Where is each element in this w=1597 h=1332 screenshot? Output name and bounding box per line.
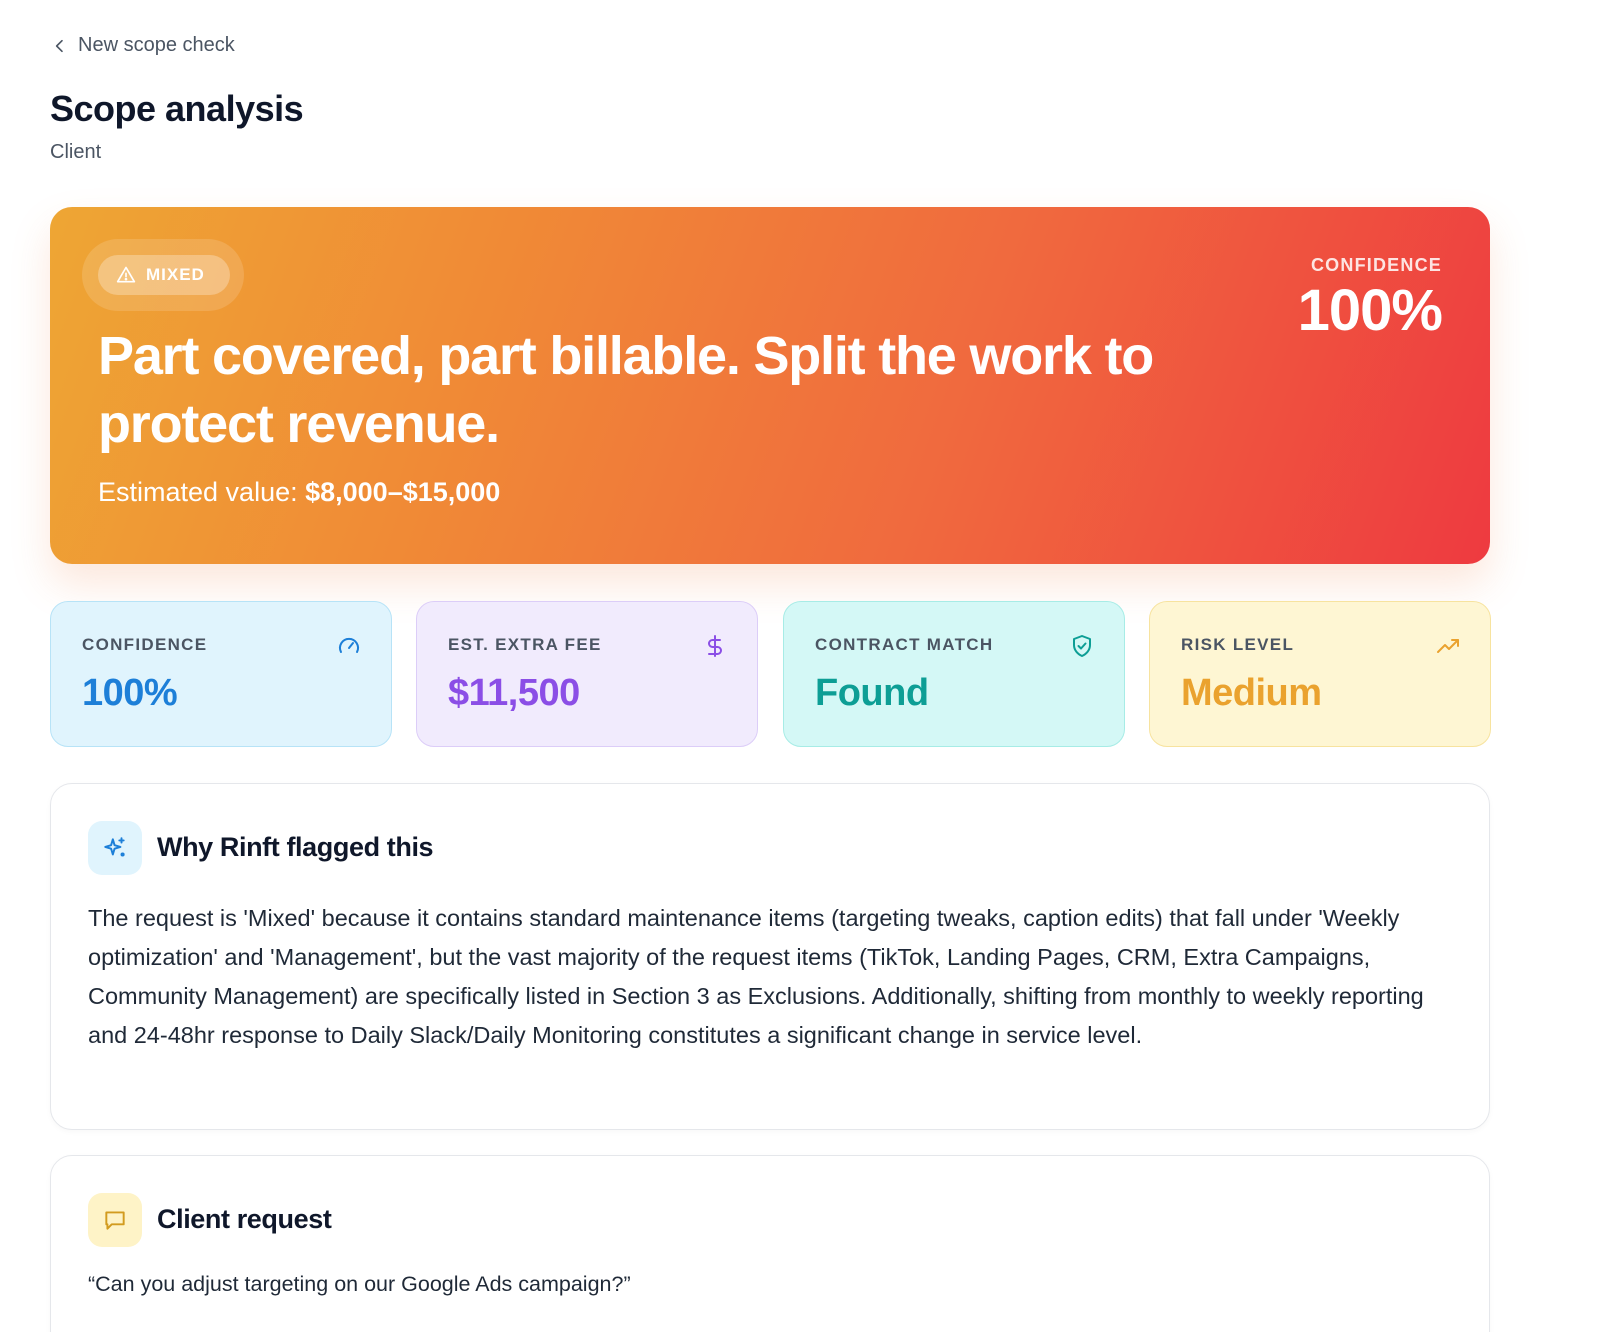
sparkles-icon [104, 837, 125, 857]
warning-triangle-icon [116, 266, 136, 283]
stat-value: Found [815, 672, 929, 714]
hero-confidence-value: 100% [1297, 278, 1443, 343]
verdict-badge-halo: MIXED [82, 239, 244, 311]
dollar-icon [708, 635, 722, 657]
why-flagged-title: Why Rinft flagged this [157, 832, 434, 862]
hero-confidence-label: CONFIDENCE [1310, 255, 1442, 275]
stat-value: $11,500 [448, 672, 580, 714]
back-link-label: New scope check [78, 34, 235, 56]
back-link[interactable]: New scope check [52, 34, 235, 57]
stat-value: Medium [1181, 672, 1322, 714]
stat-value: 100% [82, 672, 178, 714]
page-subtitle: Client [50, 141, 102, 163]
stat-label: CONTRACT MATCH [815, 635, 994, 654]
client-request-icon-tile [88, 1193, 142, 1247]
client-request-text: “Can you adjust targeting on our Google … [88, 1272, 631, 1296]
shield-check-icon [1073, 635, 1091, 657]
verdict-headline: Part covered, part billable. Split the w… [98, 326, 1154, 454]
stat-card-extra-fee: EST. EXTRA FEE $11,500 [416, 601, 758, 747]
verdict-badge-label: MIXED [146, 265, 205, 284]
verdict-banner: MIXED Part covered, part billable. Split… [50, 207, 1490, 564]
client-request-title: Client request [157, 1204, 332, 1234]
stat-card-confidence: CONFIDENCE 100% [50, 601, 392, 747]
why-flagged-text: The request is 'Mixed' because it contai… [88, 905, 1424, 1048]
stat-label: CONFIDENCE [82, 635, 208, 654]
why-flagged-icon-tile [88, 821, 142, 875]
stat-label: EST. EXTRA FEE [448, 635, 602, 654]
chevron-left-icon [55, 39, 63, 52]
verdict-badge: MIXED [98, 255, 230, 295]
client-request-card: Client request “Can you adjust targeting… [50, 1155, 1490, 1332]
why-flagged-card: Why Rinft flagged this The request is 'M… [50, 783, 1490, 1130]
estimated-value-range: $8,000–$15,000 [305, 477, 501, 507]
stat-label: RISK LEVEL [1181, 635, 1295, 654]
stat-card-contract-match: CONTRACT MATCH Found [783, 601, 1125, 747]
estimated-value: Estimated value: $8,000–$15,000 [98, 477, 500, 508]
estimated-value-label: Estimated value: [98, 477, 306, 507]
page-title: Scope analysis [50, 88, 304, 129]
stat-card-risk-level: RISK LEVEL Medium [1149, 601, 1491, 747]
message-square-icon [105, 1211, 125, 1230]
gauge-icon [339, 637, 359, 653]
trending-up-icon [1437, 639, 1459, 653]
